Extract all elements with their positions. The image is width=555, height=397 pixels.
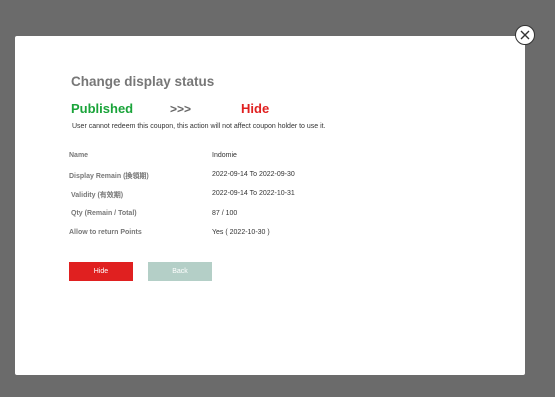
status-arrow: >>> [170, 102, 192, 116]
warning-note: User cannot redeem this coupon, this act… [72, 123, 326, 130]
back-button[interactable]: Back [148, 262, 212, 281]
field-label-name: Name [69, 152, 89, 159]
close-icon [520, 30, 530, 40]
dialog-title: Change display status [71, 74, 215, 89]
new-status: Hide [241, 101, 270, 116]
field-label-return-points: Allow to return Points [69, 229, 142, 236]
hide-button[interactable]: Hide [69, 262, 133, 281]
field-label-qty: Qty (Remain / Total) [71, 210, 137, 217]
field-value-validity: 2022-09-14 To 2022-10-31 [212, 190, 295, 197]
field-value-display-remain: 2022-09-14 To 2022-09-30 [212, 171, 295, 178]
field-value-return-points: Yes ( 2022-10-30 ) [212, 229, 270, 236]
field-value-name: Indomie [212, 152, 237, 159]
field-label-validity: Validity (有效期) [71, 192, 124, 199]
close-button[interactable] [515, 25, 535, 45]
field-label-display-remain: Display Remain (換領期) [69, 173, 149, 180]
field-value-qty: 87 / 100 [212, 210, 238, 217]
current-status: Published [71, 101, 134, 116]
